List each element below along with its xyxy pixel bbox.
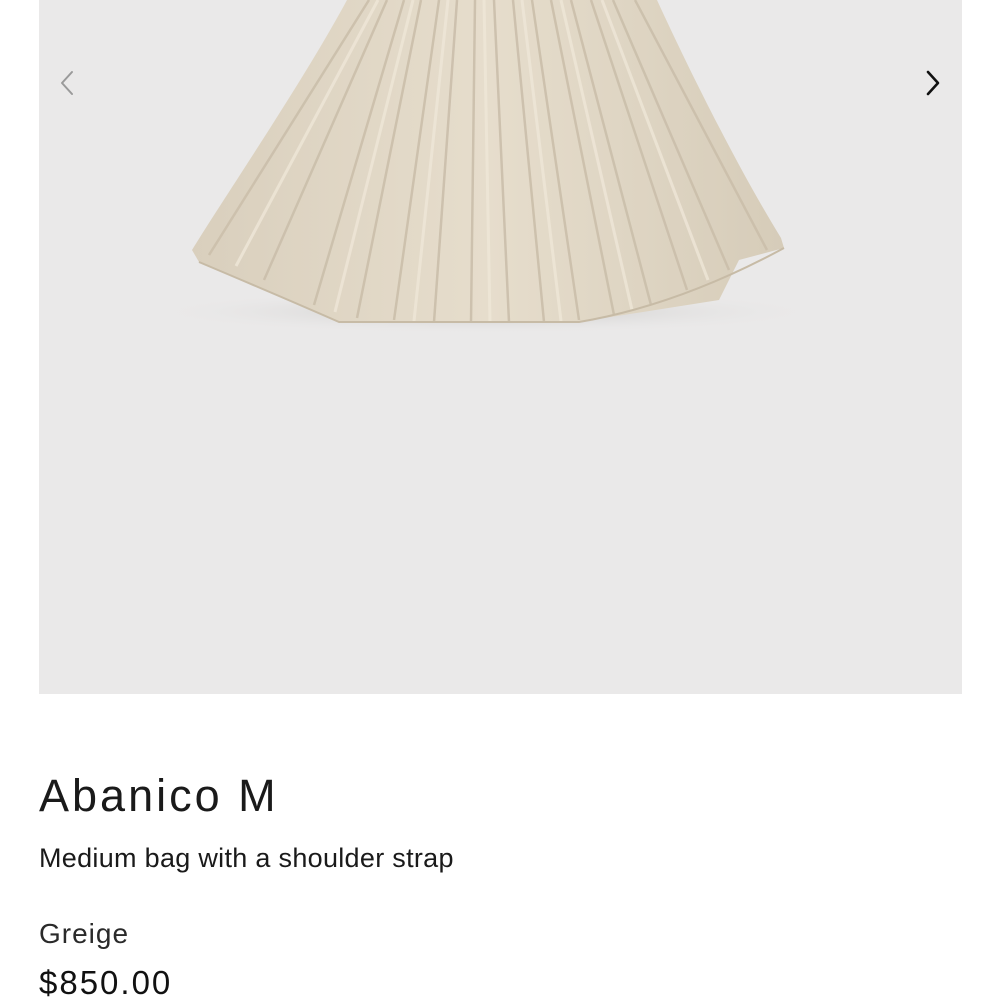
product-info: Abanico M Medium bag with a shoulder str… [39,760,962,1000]
product-subtitle: Medium bag with a shoulder strap [39,843,454,873]
chevron-left-icon [61,71,73,95]
product-title: Abanico M [39,770,279,821]
next-image-button[interactable] [913,62,953,104]
product-page: Abanico M Medium bag with a shoulder str… [0,0,1000,1000]
product-color: Greige [39,918,130,949]
chevron-right-icon [926,70,940,96]
product-price: $850.00 [39,964,173,1000]
product-image [146,0,826,334]
previous-image-button[interactable] [47,62,87,104]
product-image-gallery[interactable] [39,0,962,694]
